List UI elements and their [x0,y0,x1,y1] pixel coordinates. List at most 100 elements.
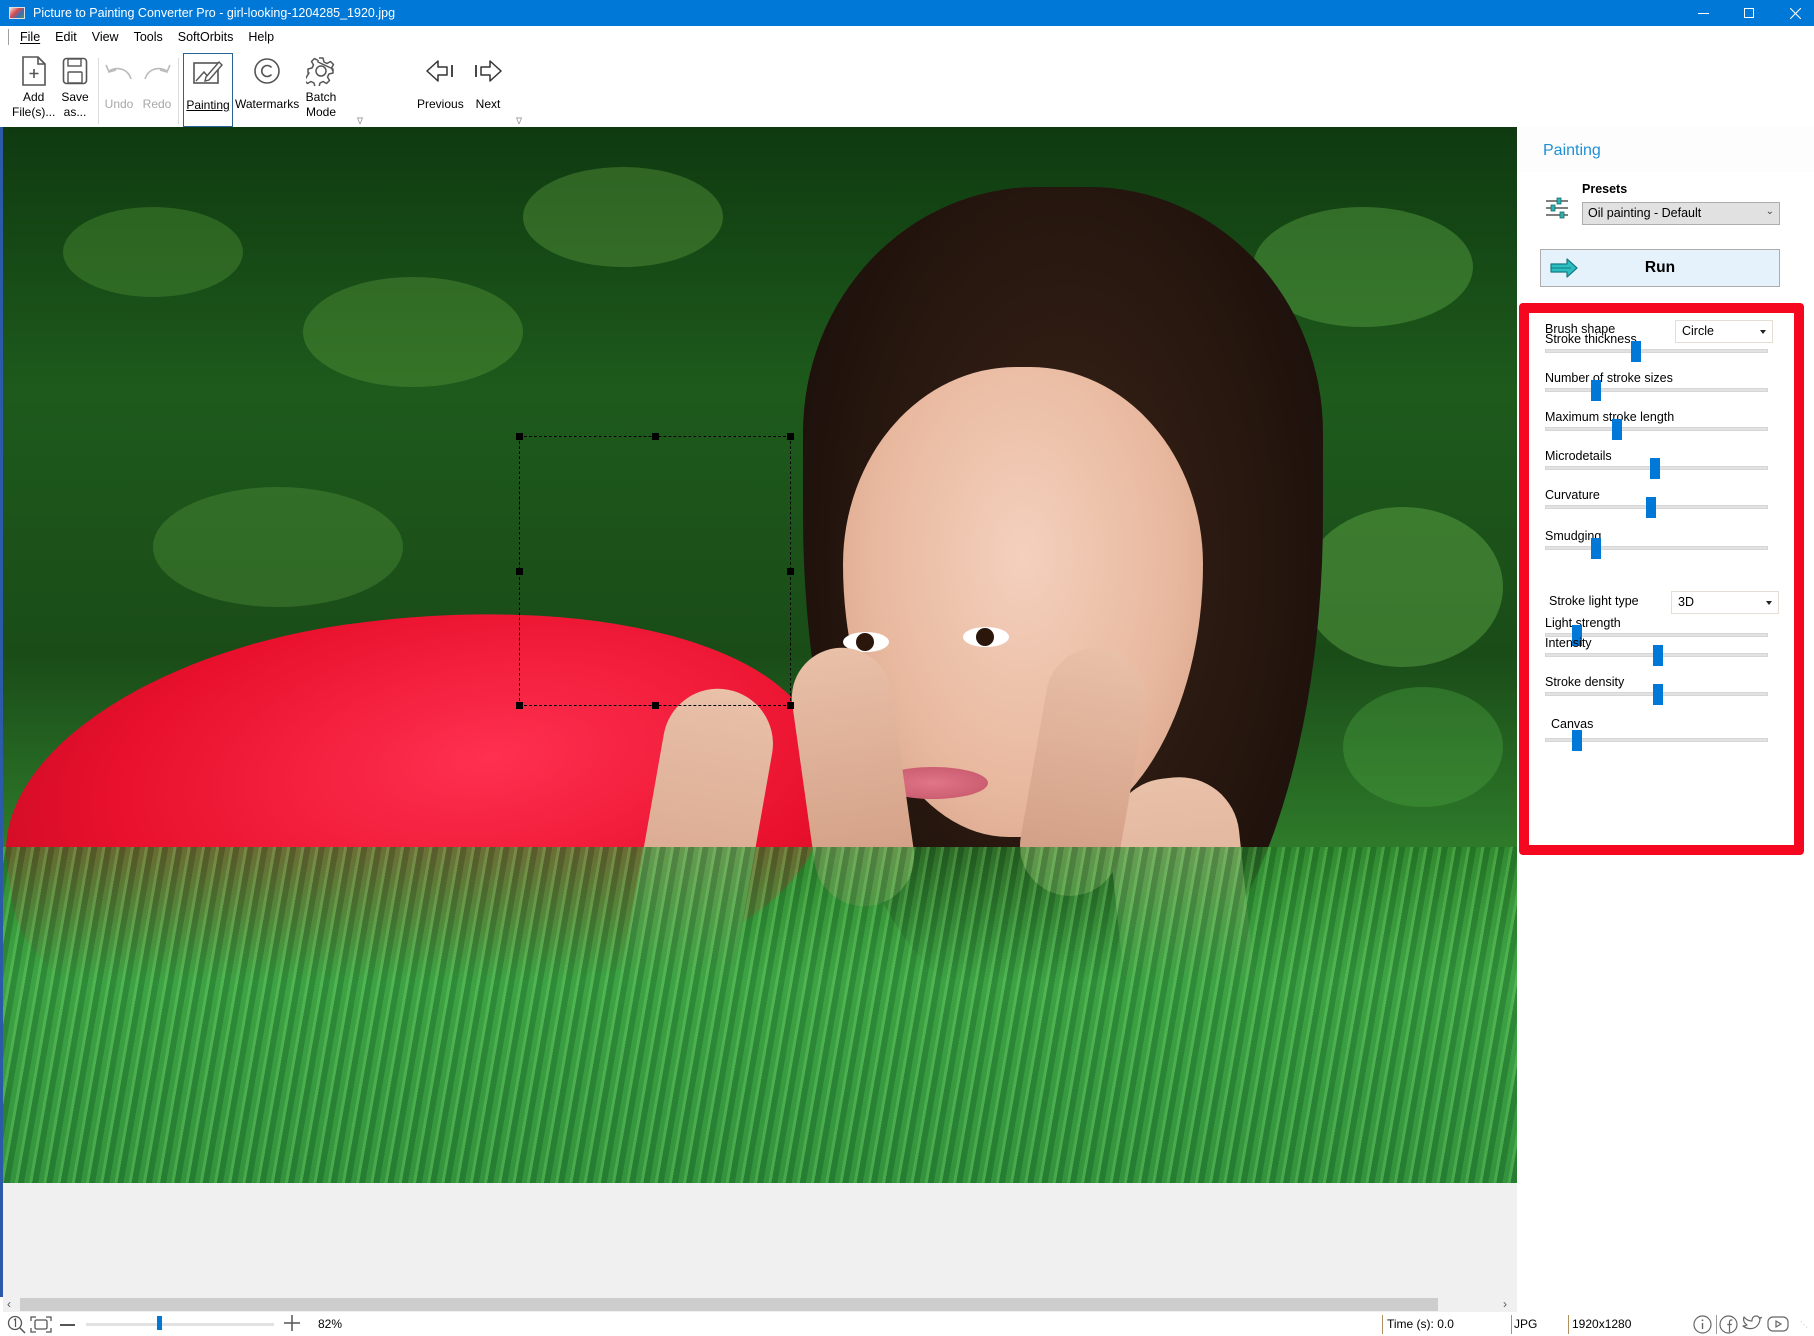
stroke-thickness-slider-thumb[interactable] [1631,341,1641,362]
number-of-stroke-sizes-slider-thumb[interactable] [1591,380,1601,401]
eye [963,627,1009,647]
microdetails-slider-thumb[interactable] [1650,458,1660,479]
selection-handle[interactable] [787,568,794,575]
batch-mode-button[interactable]: Batch Mode [305,54,337,120]
zoom-in-icon [284,1315,300,1331]
painting-button[interactable]: Painting [183,53,233,127]
image-format: JPG [1514,1317,1538,1331]
add-files-label-2: File(s)... [12,105,56,119]
maximize-button[interactable] [1726,0,1772,26]
previous-button[interactable]: Previous [417,54,464,112]
stroke-density-slider-thumb[interactable] [1653,684,1663,705]
next-label: Next [475,97,501,111]
intensity-slider-thumb[interactable] [1653,645,1663,666]
grass [3,847,1517,1183]
foliage [1343,687,1503,807]
minimize-icon [1697,12,1709,14]
panel-title: Painting [1543,142,1601,159]
undo-button[interactable]: Undo [103,54,135,112]
painting-icon [192,55,224,89]
intensity-slider[interactable] [1545,645,1768,666]
close-button[interactable] [1772,0,1814,26]
selection-handle[interactable] [516,568,523,575]
sliders-icon [1545,197,1569,221]
curvature-label: Curvature [1545,488,1600,502]
presets-dropdown[interactable]: Oil painting - Default ⌄ [1582,202,1780,225]
youtube-icon [1767,1316,1789,1332]
selection-handle[interactable] [652,702,659,709]
canvas-slider-thumb[interactable] [1572,730,1582,751]
save-as-label-1: Save [61,90,89,104]
zoom-in-button[interactable] [283,1314,301,1335]
next-button[interactable]: Next [472,54,504,112]
menu-tools[interactable]: Tools [134,30,163,44]
zoom-slider[interactable] [86,1323,274,1326]
status-bar: 82% Time (s): 0.0 JPG 1920x1280 ⋱ [0,1312,1814,1336]
canvas-slider[interactable] [1545,730,1768,751]
actual-size-button[interactable] [7,1315,27,1336]
save-as-button[interactable]: Save as... [59,54,91,120]
number-of-stroke-sizes-slider[interactable] [1545,380,1768,401]
menu-bar: File Edit View Tools SoftOrbits Help [0,26,1814,48]
chevron-down-icon: ⌄ [1765,206,1774,217]
batch-mode-label-1: Batch [305,90,337,104]
brush-shape-dropdown[interactable]: Circle [1675,320,1773,343]
minimize-button[interactable] [1680,0,1726,26]
zoom-percent: 82% [318,1317,343,1331]
watermarks-label: Watermarks [235,97,300,111]
watermarks-button[interactable]: Watermarks [235,54,299,112]
menu-help[interactable]: Help [248,30,274,44]
zoom-slider-thumb[interactable] [157,1316,162,1330]
add-files-button[interactable]: Add File(s)... [12,54,55,120]
scrollbar-thumb[interactable] [20,1298,1438,1311]
selection-handle[interactable] [652,433,659,440]
maximum-stroke-length-slider[interactable] [1545,419,1768,440]
microdetails-slider[interactable] [1545,458,1768,479]
light-strength-label: Light strength [1545,616,1621,630]
menu-edit[interactable]: Edit [55,30,77,44]
stroke-density-slider[interactable] [1545,684,1768,705]
image-viewport[interactable]: ‹ › [0,127,1517,1313]
brush-shape-value: Circle [1682,324,1714,338]
scroll-right-icon[interactable]: › [1503,1297,1507,1311]
run-button[interactable]: Run [1540,249,1780,287]
fit-to-window-button[interactable] [30,1316,52,1336]
twitter-button[interactable] [1742,1315,1763,1336]
selection-handle[interactable] [787,702,794,709]
scroll-left-icon[interactable]: ‹ [7,1297,11,1311]
close-icon [1789,7,1801,19]
zoom-out-icon[interactable] [60,1324,75,1326]
horizontal-scrollbar[interactable]: ‹ › [3,1296,1517,1313]
stroke-density-label: Stroke density [1545,675,1625,689]
selection-handle[interactable] [516,433,523,440]
selection-rectangle[interactable] [516,433,794,709]
info-icon [1693,1315,1712,1334]
toolbar-separator [98,58,99,124]
previous-label: Previous [417,97,464,111]
redo-button[interactable]: Redo [141,54,173,112]
curvature-slider-thumb[interactable] [1646,497,1656,518]
facebook-button[interactable] [1719,1315,1738,1336]
photo[interactable] [3,127,1517,1183]
menu-file[interactable]: File [20,30,40,44]
youtube-button[interactable] [1767,1315,1789,1336]
resize-grip[interactable]: ⋱ [1800,1320,1808,1329]
smudging-slider[interactable] [1545,538,1768,559]
selection-handle[interactable] [516,702,523,709]
copyright-icon [251,54,283,88]
stroke-light-type-dropdown[interactable]: 3D [1671,591,1779,614]
redo-label: Redo [142,97,172,111]
maximum-stroke-length-slider-thumb[interactable] [1612,419,1622,440]
stroke-thickness-slider[interactable] [1545,341,1768,362]
info-button[interactable] [1693,1315,1712,1336]
menu-softorbits[interactable]: SoftOrbits [178,30,234,44]
curvature-slider[interactable] [1545,497,1768,518]
toolbar-grip: ∇ [357,116,364,126]
processing-time: Time (s): 0.0 [1387,1317,1454,1331]
arrow-left-icon [424,54,456,88]
panel-header: Painting [1517,127,1814,172]
smudging-slider-thumb[interactable] [1591,538,1601,559]
menu-view[interactable]: View [92,30,119,44]
selection-handle[interactable] [787,433,794,440]
save-icon [59,54,91,88]
